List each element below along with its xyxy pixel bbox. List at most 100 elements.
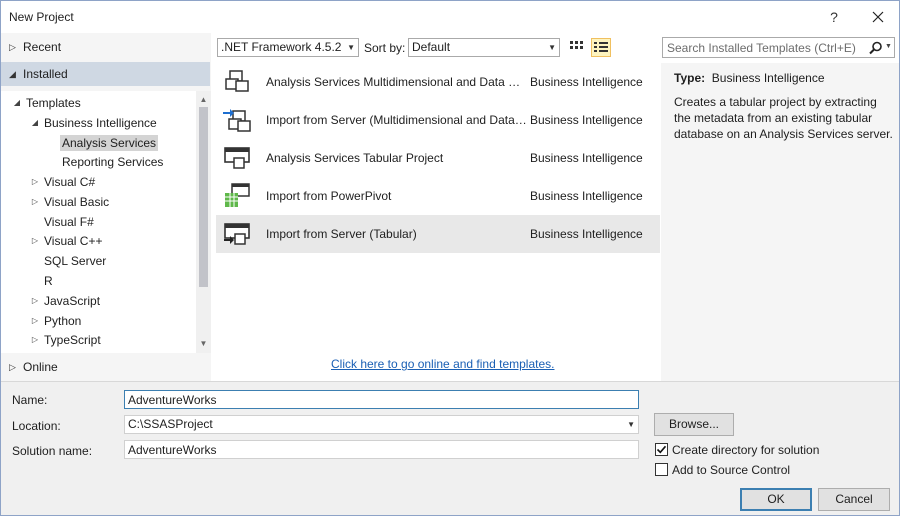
powerpivot-icon: [225, 183, 250, 207]
sort-dropdown[interactable]: Default ▼: [408, 38, 560, 57]
collapsed-arrow-icon[interactable]: ▷: [30, 232, 40, 250]
project-name-input[interactable]: [124, 390, 639, 409]
browse-button[interactable]: Browse...: [654, 413, 734, 436]
search-box[interactable]: ▼: [662, 37, 895, 58]
scroll-up-arrow-icon[interactable]: ▲: [196, 93, 211, 107]
expanded-arrow-icon[interactable]: ◢: [30, 114, 40, 132]
sort-by-label: Sort by:: [364, 41, 406, 55]
tree-item-visual-cpp[interactable]: ▷ Visual C++: [32, 232, 103, 250]
import-tabular-icon: [224, 223, 250, 245]
name-label: Name:: [12, 393, 48, 407]
search-input[interactable]: [665, 39, 865, 56]
template-type: Business Intelligence: [530, 75, 643, 89]
template-details-panel: Type: Business Intelligence Creates a ta…: [661, 63, 899, 381]
template-type: Business Intelligence: [530, 113, 643, 127]
small-icons-view-button[interactable]: [567, 38, 587, 57]
framework-dropdown[interactable]: .NET Framework 4.5.2 ▼: [217, 38, 359, 57]
expanded-arrow-icon: ◢: [9, 69, 16, 79]
tree-item-reporting-services[interactable]: Reporting Services: [62, 153, 163, 171]
template-description: Creates a tabular project by extracting …: [674, 95, 893, 141]
collapsed-arrow-icon[interactable]: ▷: [30, 292, 40, 310]
chevron-down-icon: ▼: [548, 43, 556, 52]
tree-item-visual-basic[interactable]: ▷ Visual Basic: [32, 193, 109, 211]
template-categories-panel: ▷ Recent ◢ Installed ◢ Templates ◢ Busin…: [1, 33, 211, 381]
tree-item-r[interactable]: R: [44, 272, 53, 290]
add-source-control-checkbox[interactable]: [655, 463, 668, 476]
template-row-powerpivot[interactable]: Import from PowerPivot Business Intellig…: [216, 177, 660, 215]
project-settings-form: Name: Location: C:\SSASProject ▼ Solutio…: [1, 381, 899, 515]
scroll-down-arrow-icon[interactable]: ▼: [196, 337, 211, 351]
tree-item-visual-fsharp[interactable]: Visual F#: [44, 213, 94, 231]
scroll-thumb[interactable]: [199, 107, 208, 287]
template-name: Analysis Services Tabular Project: [266, 151, 444, 165]
template-name: Import from PowerPivot: [266, 189, 392, 203]
nav-recent[interactable]: ▷ Recent: [1, 35, 210, 59]
cancel-button[interactable]: Cancel: [818, 488, 890, 511]
template-type-line: Type: Business Intelligence: [674, 71, 825, 85]
new-project-dialog: New Project ? ▷ Recent ◢ Installed ◢ Tem…: [0, 0, 900, 516]
collapsed-arrow-icon: ▷: [9, 42, 16, 52]
template-type: Business Intelligence: [530, 151, 643, 165]
collapsed-arrow-icon[interactable]: ▷: [30, 331, 40, 349]
location-value: C:\SSASProject: [128, 417, 213, 431]
template-row-tabular[interactable]: Analysis Services Tabular Project Busine…: [216, 139, 660, 177]
checkmark-icon: [656, 445, 667, 454]
tree-item-javascript[interactable]: ▷ JavaScript: [32, 292, 100, 310]
collapsed-arrow-icon: ▷: [9, 362, 16, 372]
title-bar: New Project ?: [1, 1, 899, 33]
search-icon[interactable]: [869, 41, 883, 55]
template-name: Import from Server (Multidimensional and…: [266, 113, 528, 127]
type-value: Business Intelligence: [711, 71, 825, 85]
tree-item-visual-csharp[interactable]: ▷ Visual C#: [32, 173, 95, 191]
find-templates-online-link[interactable]: Click here to go online and find templat…: [331, 357, 554, 371]
add-source-control-label[interactable]: Add to Source Control: [672, 463, 790, 477]
tree-item-templates[interactable]: ◢ Templates: [14, 94, 81, 112]
template-type: Business Intelligence: [530, 227, 643, 241]
chevron-down-icon[interactable]: ▼: [627, 416, 635, 433]
import-multidimensional-icon: [223, 109, 251, 132]
nav-online-label: Online: [23, 360, 58, 374]
tree-item-business-intelligence[interactable]: ◢ Business Intelligence: [32, 114, 157, 132]
grid-view-icon: [570, 41, 583, 49]
template-row-import-tabular[interactable]: Import from Server (Tabular) Business In…: [216, 215, 660, 253]
nav-recent-label: Recent: [23, 40, 62, 54]
chevron-down-icon: ▼: [347, 43, 355, 52]
template-row-multidimensional[interactable]: Analysis Services Multidimensional and D…: [216, 63, 660, 101]
template-tree: ◢ Templates ◢ Business Intelligence Anal…: [1, 91, 196, 353]
template-type: Business Intelligence: [530, 189, 643, 203]
help-button[interactable]: ?: [823, 5, 845, 29]
solution-name-input[interactable]: [124, 440, 639, 459]
nav-installed-label: Installed: [23, 67, 68, 81]
template-row-import-multidimensional[interactable]: Import from Server (Multidimensional and…: [216, 101, 660, 139]
framework-value: .NET Framework 4.5.2: [221, 40, 342, 54]
dialog-title: New Project: [9, 10, 74, 24]
collapsed-arrow-icon[interactable]: ▷: [30, 312, 40, 330]
create-directory-checkbox[interactable]: [655, 443, 668, 456]
tree-item-python[interactable]: ▷ Python: [32, 312, 81, 330]
template-name: Import from Server (Tabular): [266, 227, 417, 241]
multidimensional-project-icon: [225, 70, 249, 92]
location-combobox[interactable]: C:\SSASProject ▼: [124, 415, 639, 434]
solution-name-label: Solution name:: [12, 444, 93, 458]
list-view-button[interactable]: [591, 38, 611, 57]
tree-item-sql-server[interactable]: SQL Server: [44, 252, 106, 270]
ok-button[interactable]: OK: [740, 488, 812, 511]
tabular-project-icon: [224, 147, 250, 169]
close-button[interactable]: [865, 5, 891, 29]
location-label: Location:: [12, 419, 61, 433]
nav-installed[interactable]: ◢ Installed: [1, 62, 210, 86]
nav-online[interactable]: ▷ Online: [1, 355, 210, 379]
tree-scrollbar[interactable]: ▲ ▼: [196, 91, 211, 353]
template-list: Analysis Services Multidimensional and D…: [216, 63, 660, 381]
template-name: Analysis Services Multidimensional and D…: [266, 75, 528, 89]
tree-item-typescript[interactable]: ▷ TypeScript: [32, 331, 101, 349]
chevron-down-icon[interactable]: ▼: [885, 43, 892, 50]
collapsed-arrow-icon[interactable]: ▷: [30, 173, 40, 191]
close-icon: [872, 11, 884, 23]
list-view-icon: [594, 42, 608, 52]
create-directory-label[interactable]: Create directory for solution: [672, 443, 819, 457]
tree-item-analysis-services[interactable]: Analysis Services: [60, 134, 159, 152]
expanded-arrow-icon[interactable]: ◢: [12, 94, 22, 112]
type-label: Type:: [674, 71, 706, 85]
collapsed-arrow-icon[interactable]: ▷: [30, 193, 40, 211]
